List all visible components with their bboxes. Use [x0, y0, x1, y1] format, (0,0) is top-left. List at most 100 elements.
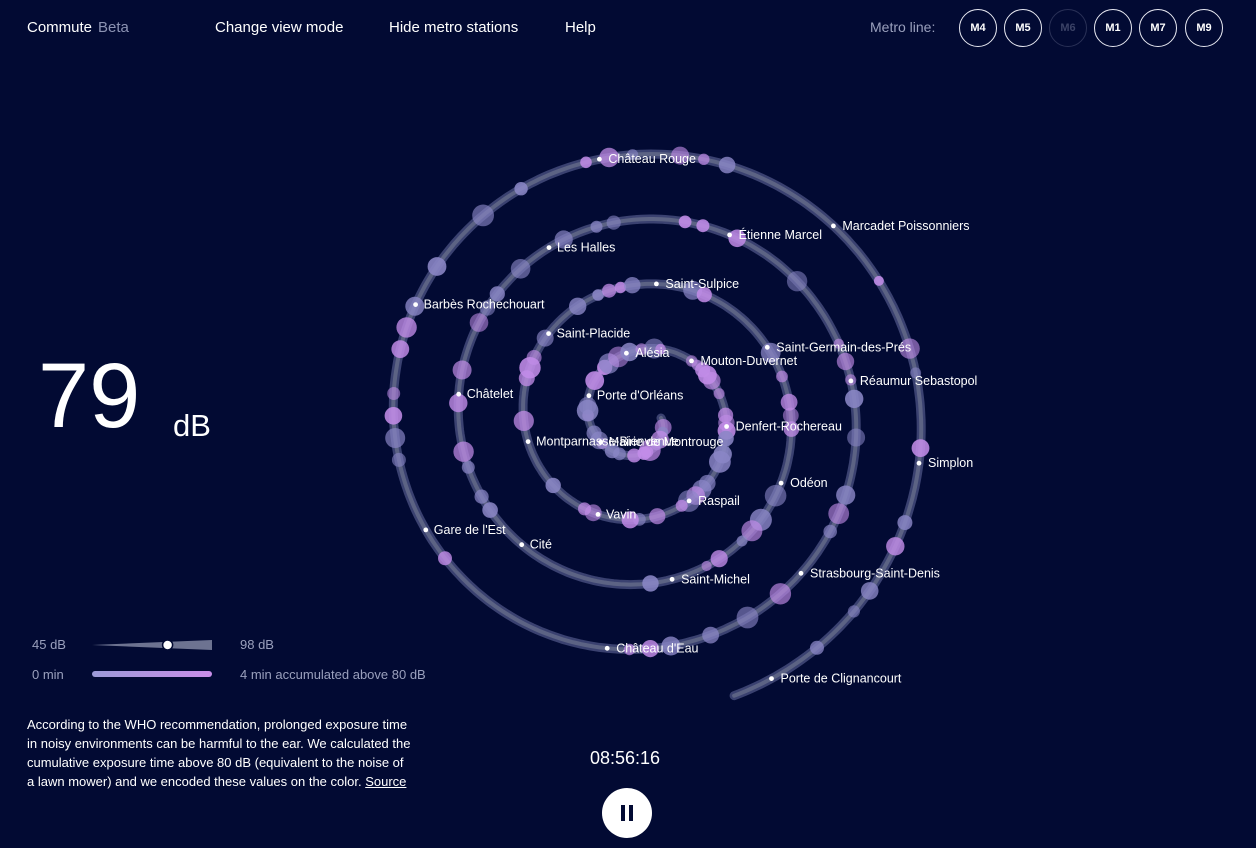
- station-dot[interactable]: [586, 393, 592, 399]
- noise-blob: [769, 583, 792, 605]
- metro-spiral: Mairie de MontrougePorte d'OrléansAlésia…: [384, 146, 977, 701]
- commute-app: Commute Beta Change view mode Hide metro …: [0, 0, 1256, 848]
- station-label: Alésia: [635, 346, 669, 360]
- station-dot[interactable]: [654, 281, 659, 287]
- station-dot[interactable]: [686, 498, 692, 504]
- station-label: Cité: [530, 538, 552, 552]
- station-label: Vavin: [606, 507, 636, 521]
- station-dot[interactable]: [848, 378, 854, 384]
- noise-blob: [472, 204, 494, 227]
- noise-blob: [886, 537, 905, 556]
- noise-blob: [709, 450, 731, 473]
- noise-blob: [624, 277, 641, 294]
- station-label: Montparnasse-Bienvenue: [536, 435, 678, 449]
- station-label: Saint-Michel: [681, 572, 750, 586]
- noise-blob: [602, 283, 617, 298]
- noise-blob: [391, 452, 406, 467]
- noise-blob: [453, 441, 474, 462]
- station-dot[interactable]: [597, 156, 602, 162]
- noise-blob: [675, 499, 688, 512]
- station-label: Château d'Eau: [616, 641, 698, 655]
- noise-blob: [396, 317, 417, 338]
- station-dot[interactable]: [669, 576, 675, 582]
- station-label: Marcadet Poissonniers: [842, 219, 969, 233]
- station-dot[interactable]: [689, 358, 694, 364]
- noise-blob: [510, 259, 531, 279]
- station-dot[interactable]: [624, 350, 629, 356]
- noise-blob: [545, 477, 561, 494]
- noise-blob: [836, 485, 856, 505]
- noise-blob: [391, 340, 410, 358]
- station-label: Gare de l'Est: [434, 523, 506, 537]
- station-dot[interactable]: [519, 542, 525, 548]
- station-label: Mouton-Duvernet: [701, 354, 798, 368]
- noise-blob: [764, 484, 787, 507]
- station-label: Barbès Rochechouart: [424, 298, 545, 312]
- noise-blob: [452, 360, 472, 380]
- noise-blob: [698, 153, 710, 165]
- station-dot[interactable]: [546, 245, 552, 251]
- station-dot[interactable]: [456, 391, 462, 397]
- noise-blob: [578, 396, 597, 415]
- station-dot[interactable]: [764, 344, 770, 350]
- noise-blob: [569, 297, 587, 315]
- noise-blob: [828, 503, 850, 524]
- station-label: Étienne Marcel: [739, 227, 822, 242]
- noise-blob: [642, 575, 659, 592]
- noise-blob: [427, 257, 447, 276]
- noise-blob: [897, 515, 913, 531]
- noise-blob: [526, 350, 542, 365]
- noise-blob: [461, 460, 475, 474]
- noise-blob: [678, 215, 692, 229]
- station-label: Réaumur Sebastopol: [860, 374, 977, 388]
- noise-blob: [823, 524, 837, 539]
- station-dot[interactable]: [525, 439, 531, 444]
- noise-blob: [580, 156, 592, 169]
- noise-blob: [702, 626, 719, 644]
- noise-blob: [696, 219, 710, 233]
- noise-blob: [810, 640, 824, 655]
- noise-blob: [514, 182, 528, 196]
- noise-blob: [736, 606, 759, 629]
- noise-blob: [736, 535, 748, 547]
- station-dot[interactable]: [546, 331, 551, 336]
- noise-blob: [701, 560, 712, 572]
- noise-blob: [836, 352, 855, 371]
- station-dot[interactable]: [423, 527, 429, 533]
- station-dot[interactable]: [769, 676, 774, 681]
- noise-blob: [384, 407, 403, 425]
- station-dot[interactable]: [831, 223, 836, 229]
- noise-blob: [649, 508, 666, 525]
- station-label: Strasbourg-Saint-Denis: [810, 566, 940, 580]
- noise-blob: [438, 551, 452, 566]
- station-dot[interactable]: [595, 512, 601, 517]
- station-label: Denfert-Rochereau: [736, 420, 842, 434]
- station-label: Saint-Placide: [557, 327, 631, 341]
- station-dot[interactable]: [604, 645, 610, 651]
- noise-blob: [847, 605, 861, 618]
- noise-blob: [536, 329, 554, 347]
- station-dot[interactable]: [916, 460, 922, 466]
- station-label: Saint-Germain-des-Prés: [776, 340, 911, 354]
- noise-blob: [847, 428, 866, 447]
- noise-blob: [713, 388, 725, 400]
- station-label: Simplon: [928, 456, 973, 470]
- noise-blob: [578, 502, 591, 516]
- station-dot[interactable]: [413, 302, 418, 307]
- noise-blob: [387, 387, 401, 400]
- noise-blob: [469, 313, 489, 332]
- station-label: Porte de Clignancourt: [781, 672, 902, 686]
- noise-blob: [703, 372, 721, 390]
- station-label: Château Rouge: [608, 152, 696, 166]
- noise-blob: [606, 215, 621, 230]
- station-dot[interactable]: [778, 480, 784, 486]
- noise-blob: [627, 448, 642, 463]
- noise-blob: [474, 489, 489, 504]
- noise-blob: [860, 582, 879, 600]
- noise-blob: [710, 550, 728, 568]
- station-dot[interactable]: [724, 424, 729, 429]
- noise-blob: [718, 156, 736, 174]
- noise-blob: [776, 370, 788, 383]
- station-dot[interactable]: [798, 570, 804, 576]
- station-dot[interactable]: [727, 232, 732, 238]
